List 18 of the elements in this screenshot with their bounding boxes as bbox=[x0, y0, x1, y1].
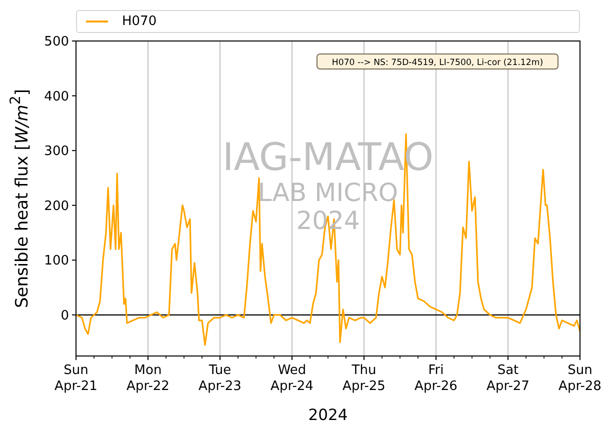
x-tick-label: Sat Apr-27 bbox=[486, 363, 530, 394]
x-tick-label: Mon Apr-22 bbox=[126, 363, 170, 394]
y-tick-label: 200 bbox=[44, 198, 69, 214]
y-tick-label: 500 bbox=[44, 36, 69, 50]
x-axis-label: 2024 bbox=[308, 406, 348, 424]
legend-label: H070 bbox=[122, 14, 157, 29]
x-tick-label: Thu Apr-25 bbox=[342, 363, 386, 394]
y-tick-label: 0 bbox=[60, 308, 69, 324]
x-tick-label: Wed Apr-24 bbox=[270, 363, 314, 394]
y-tick-label: 400 bbox=[44, 89, 69, 104]
x-tick-label: Tue Apr-23 bbox=[198, 363, 242, 394]
y-tick-label: 300 bbox=[44, 144, 69, 160]
y-tick-label: 100 bbox=[44, 254, 69, 269]
note-label: H070 --> NS: 75D-4519, LI-7500, Li-cor (21.12m) bbox=[316, 54, 558, 70]
x-tick-label: Fri Apr-26 bbox=[414, 363, 458, 394]
annotation: H070 --> NS: 75D-4519, LI-7500, Li-cor (21.12m) bbox=[332, 58, 544, 68]
x-tick-label: Sun Apr-28 bbox=[558, 363, 602, 394]
x-tick-label: Sun Apr-21 bbox=[54, 363, 98, 394]
